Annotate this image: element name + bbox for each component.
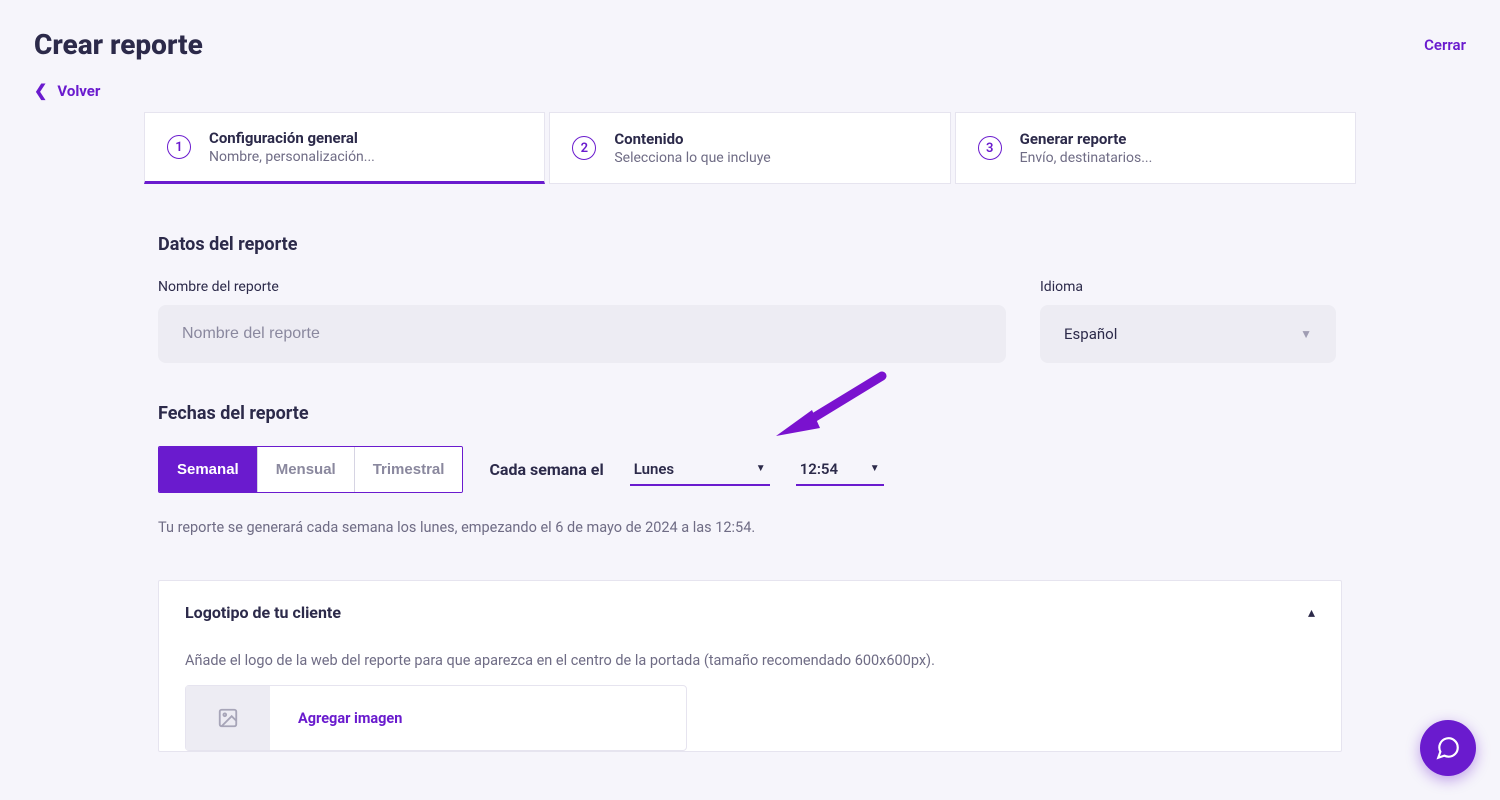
- chevron-down-icon: ▼: [1300, 327, 1312, 341]
- client-logo-panel: Logotipo de tu cliente ▴ Añade el logo d…: [158, 580, 1342, 752]
- language-label: Idioma: [1040, 279, 1336, 295]
- frequency-quarterly[interactable]: Trimestral: [355, 447, 463, 492]
- chat-fab[interactable]: [1420, 720, 1476, 776]
- frequency-toggle: Semanal Mensual Trimestral: [158, 446, 463, 493]
- add-image-link[interactable]: Agregar imagen: [298, 710, 402, 727]
- chevron-down-icon: ▼: [870, 463, 880, 474]
- time-value: 12:54: [800, 460, 838, 478]
- back-link[interactable]: ❮ Volver: [34, 81, 100, 100]
- frequency-weekly[interactable]: Semanal: [159, 447, 258, 492]
- chevron-up-icon: ▴: [1308, 605, 1315, 621]
- step-general[interactable]: 1 Configuración general Nombre, personal…: [144, 112, 545, 184]
- step-title: Configuración general: [209, 129, 375, 147]
- schedule-helper-text: Tu reporte se generará cada semana los l…: [158, 519, 1342, 536]
- chevron-down-icon: ▼: [756, 463, 766, 474]
- step-generate[interactable]: 3 Generar reporte Envío, destinatarios..…: [955, 112, 1356, 184]
- image-placeholder-icon: [186, 686, 270, 750]
- section-title-report-data: Datos del reporte: [158, 234, 1342, 255]
- step-number: 2: [572, 136, 596, 160]
- close-link[interactable]: Cerrar: [1424, 36, 1466, 54]
- step-subtitle: Envío, destinatarios...: [1020, 150, 1153, 166]
- report-name-label: Nombre del reporte: [158, 279, 1006, 295]
- every-week-label: Cada semana el: [489, 460, 603, 479]
- page-title: Crear reporte: [34, 28, 203, 61]
- step-title: Generar reporte: [1020, 130, 1153, 148]
- time-select[interactable]: 12:54 ▼: [796, 454, 884, 486]
- step-number: 1: [167, 135, 191, 159]
- client-logo-title: Logotipo de tu cliente: [185, 603, 341, 622]
- step-number: 3: [978, 136, 1002, 160]
- language-value: Español: [1064, 325, 1117, 343]
- language-select[interactable]: Español ▼: [1040, 305, 1336, 363]
- chat-icon: [1435, 735, 1461, 761]
- step-subtitle: Selecciona lo que incluye: [614, 150, 770, 166]
- step-subtitle: Nombre, personalización...: [209, 149, 375, 165]
- day-select[interactable]: Lunes ▼: [630, 454, 770, 486]
- logo-upload-card: Agregar imagen: [185, 685, 687, 751]
- day-value: Lunes: [634, 460, 674, 478]
- step-content[interactable]: 2 Contenido Selecciona lo que incluye: [549, 112, 950, 184]
- back-label: Volver: [57, 82, 100, 100]
- step-title: Contenido: [614, 130, 770, 148]
- report-name-input[interactable]: [158, 305, 1006, 363]
- chevron-left-icon: ❮: [34, 81, 47, 100]
- frequency-monthly[interactable]: Mensual: [258, 447, 355, 492]
- section-title-dates: Fechas del reporte: [158, 403, 1342, 424]
- client-logo-description: Añade el logo de la web del reporte para…: [185, 652, 1315, 669]
- client-logo-panel-header[interactable]: Logotipo de tu cliente ▴: [185, 603, 1315, 622]
